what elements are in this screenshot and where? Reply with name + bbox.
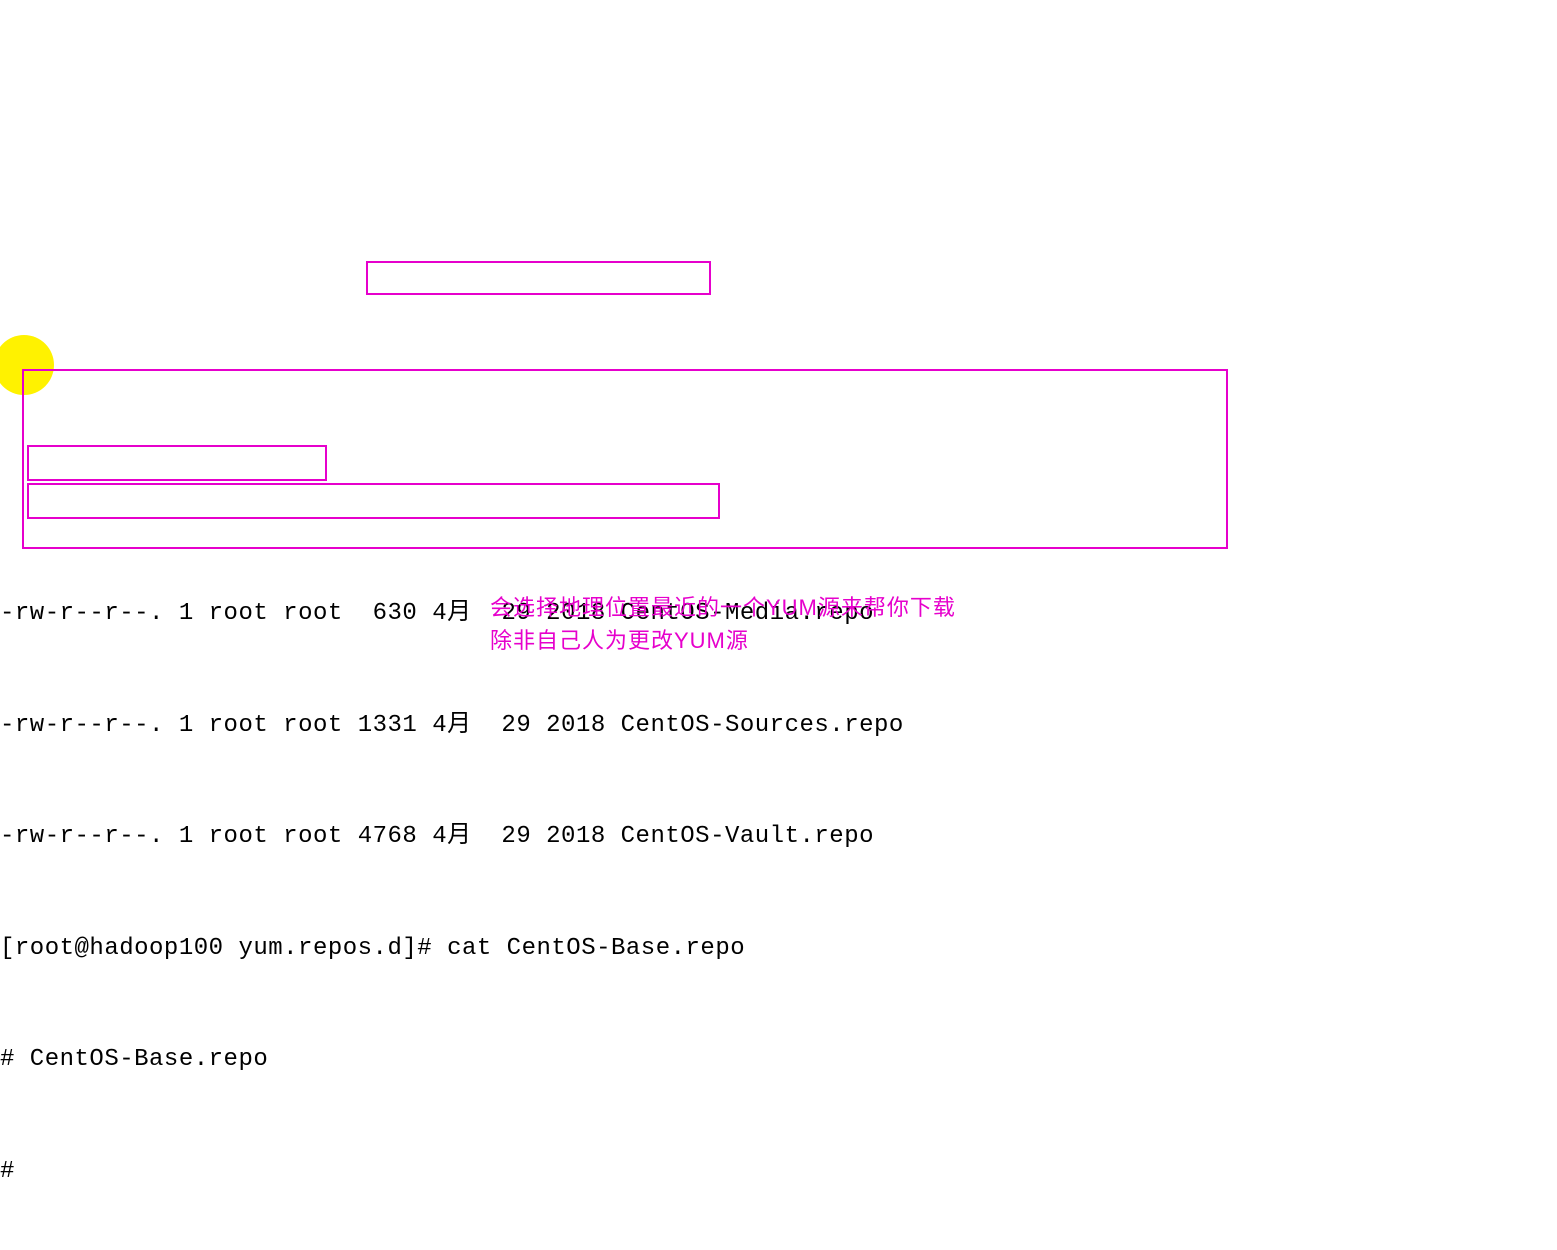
- highlight-marker: [0, 335, 54, 395]
- shell-prompt: [root@hadoop100 yum.repos.d]#: [0, 935, 432, 962]
- box-unless: [27, 483, 720, 519]
- file-line: #: [0, 1153, 1557, 1190]
- annotation-comment: 会选择地理位置最近的一个YUM源来帮你下载 除非自己人为更改YUM源: [490, 591, 956, 657]
- ls-row: -rw-r--r--. 1 root root 4768 4月 29 2018 …: [0, 818, 1557, 855]
- prompt-line[interactable]: [root@hadoop100 yum.repos.d]# cat CentOS…: [0, 930, 1557, 967]
- annotation-line-1: 会选择地理位置最近的一个YUM源来帮你下载: [490, 591, 956, 624]
- file-line: # CentOS-Base.repo: [0, 1041, 1557, 1078]
- ls-row: -rw-r--r--. 1 root root 1331 4月 29 2018 …: [0, 707, 1557, 744]
- terminal-output[interactable]: -rw-r--r--. 1 root root 630 4月 29 2018 C…: [0, 149, 1557, 1250]
- annotation-line-2: 除非自己人为更改YUM源: [490, 624, 956, 657]
- shell-command: cat CentOS-Base.repo: [432, 935, 745, 962]
- box-geographically: [27, 445, 327, 481]
- box-command: [366, 261, 711, 295]
